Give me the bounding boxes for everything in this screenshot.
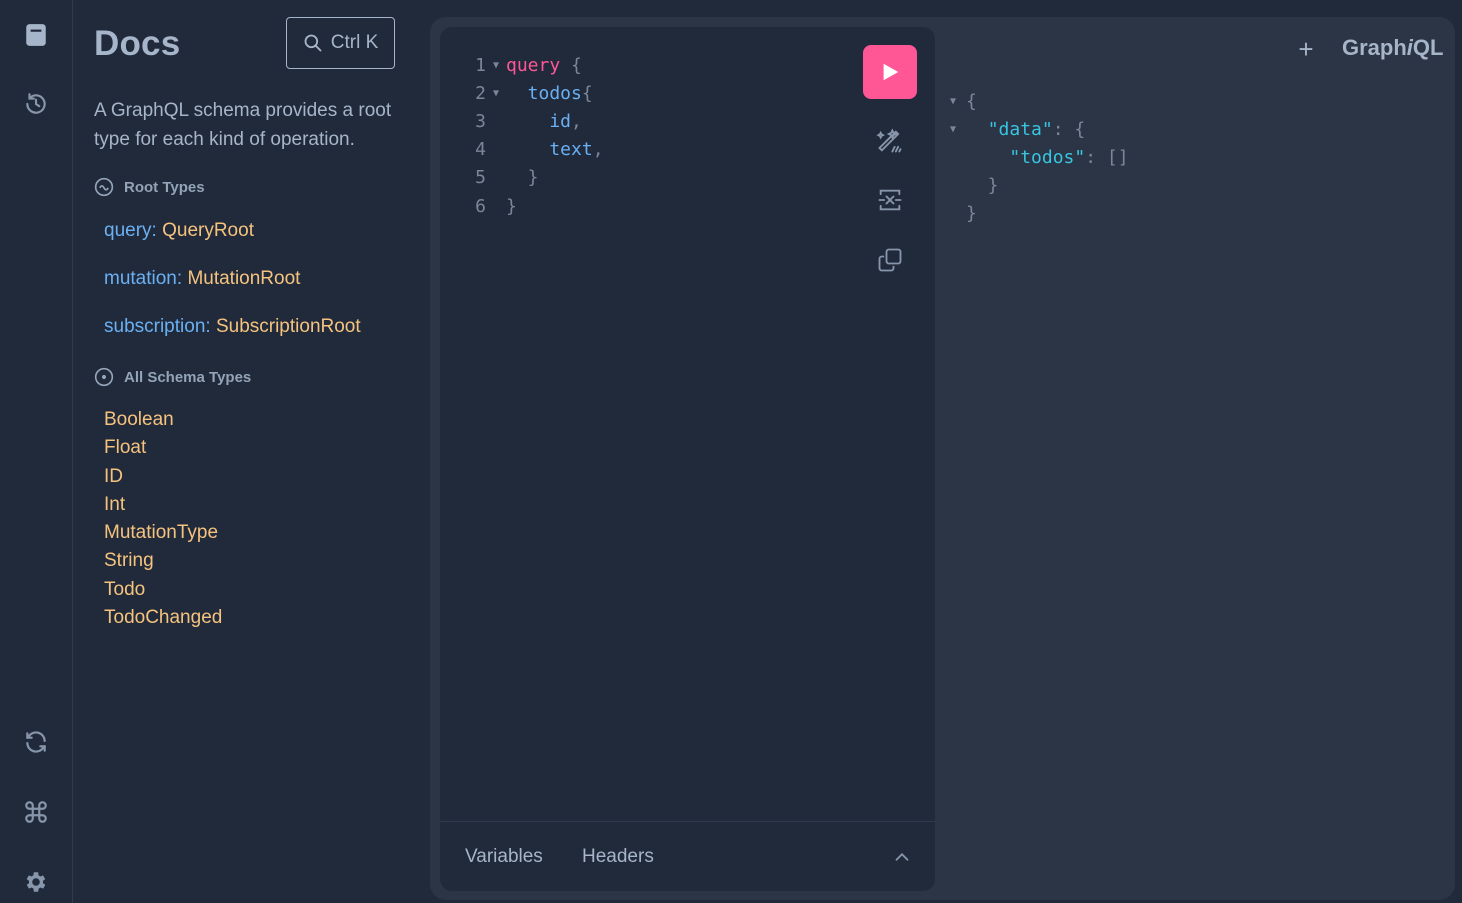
schema-description: A GraphQL schema provides a root type fo… xyxy=(94,100,392,150)
graphiql-session: 1 ▼ query { 2 ▼ todos{ 3 id, 4 text, 5}… xyxy=(430,17,1455,900)
punctuation: { xyxy=(966,90,977,112)
root-type-name[interactable]: QueryRoot xyxy=(162,220,254,241)
json-key-data: "data" xyxy=(987,118,1053,140)
schema-types-list: Boolean Float ID Int MutationType String… xyxy=(104,406,222,632)
root-type-name[interactable]: SubscriptionRoot xyxy=(216,316,361,337)
result-viewer[interactable]: ▼{ ▼ "data": { "todos": [] } } xyxy=(950,87,1129,228)
keyword-query: query xyxy=(506,54,561,76)
schema-type-link[interactable]: TodoChanged xyxy=(104,604,222,632)
copy-query-button[interactable] xyxy=(874,244,906,276)
refetch-schema-icon xyxy=(26,731,46,753)
schema-type-link[interactable]: MutationType xyxy=(104,519,222,547)
punctuation: } xyxy=(966,203,977,225)
punctuation: : { xyxy=(1052,118,1086,140)
root-type-key: query: xyxy=(104,220,157,241)
code-line: 6 } xyxy=(464,192,604,220)
result-line: ▼ "data": { xyxy=(950,115,1129,143)
punctuation: } xyxy=(506,167,539,189)
schema-type-link[interactable]: Todo xyxy=(104,576,222,604)
code-line: 2 ▼ todos{ xyxy=(464,79,604,107)
fold-arrow-icon[interactable]: ▼ xyxy=(486,88,506,99)
root-types-heading-label: Root Types xyxy=(124,178,205,196)
schema-type-link[interactable]: String xyxy=(104,547,222,575)
punctuation: { xyxy=(560,54,582,76)
punctuation: , xyxy=(571,110,582,132)
schema-type-link[interactable]: Float xyxy=(104,434,222,462)
tab-headers[interactable]: Headers xyxy=(582,846,654,868)
prettify-icon xyxy=(876,128,902,153)
search-button[interactable]: Ctrl K xyxy=(286,17,395,69)
root-types-icon xyxy=(94,177,114,197)
punctuation: { xyxy=(581,82,593,104)
merge-icon xyxy=(878,189,902,211)
root-type-key: mutation: xyxy=(104,268,183,289)
search-shortcut-label: Ctrl K xyxy=(330,32,379,53)
line-number: 4 xyxy=(475,139,486,161)
settings-icon xyxy=(26,872,46,892)
result-line: "todos": [] xyxy=(950,143,1129,171)
logo-suffix: QL xyxy=(1412,35,1444,60)
docs-button[interactable] xyxy=(18,17,54,53)
execute-query-button[interactable] xyxy=(863,45,917,99)
docs-icon xyxy=(26,24,46,46)
result-line: } xyxy=(950,172,1129,200)
search-icon xyxy=(304,34,322,52)
schema-type-link[interactable]: Boolean xyxy=(104,406,222,434)
sidebar-rail xyxy=(0,0,73,903)
line-number: 2 xyxy=(475,82,486,104)
editor-tools-bar: Variables Headers xyxy=(440,821,935,891)
copy-icon xyxy=(878,248,902,272)
code-line: 3 id, xyxy=(464,107,604,135)
schema-type-link[interactable]: ID xyxy=(104,463,222,491)
schema-type-link[interactable]: Int xyxy=(104,491,222,519)
line-number: 1 xyxy=(475,54,486,76)
field-todos: todos xyxy=(506,82,582,104)
fold-arrow-icon[interactable]: ▼ xyxy=(950,96,966,107)
line-number: 3 xyxy=(475,110,486,132)
result-line: ▼{ xyxy=(950,87,1129,115)
root-type-mutation[interactable]: mutation: MutationRoot xyxy=(104,268,300,290)
code-line: 5 } xyxy=(464,164,604,192)
query-editor[interactable]: 1 ▼ query { 2 ▼ todos{ 3 id, 4 text, 5}… xyxy=(464,51,604,220)
field-id: id xyxy=(506,110,572,132)
fold-arrow-icon[interactable]: ▼ xyxy=(486,60,506,71)
punctuation: } xyxy=(966,175,999,197)
punctuation: : [] xyxy=(1085,146,1129,168)
history-icon xyxy=(26,93,46,114)
query-editor-pane: 1 ▼ query { 2 ▼ todos{ 3 id, 4 text, 5}… xyxy=(440,27,935,891)
code-line: 1 ▼ query { xyxy=(464,51,604,79)
root-type-subscription[interactable]: subscription: SubscriptionRoot xyxy=(104,316,361,338)
all-schema-types-heading: All Schema Types xyxy=(94,367,251,387)
tab-variables[interactable]: Variables xyxy=(465,846,543,868)
history-button[interactable] xyxy=(18,86,54,122)
all-types-icon xyxy=(94,367,114,387)
fold-arrow-icon[interactable]: ▼ xyxy=(950,124,966,135)
merge-fragments-button[interactable] xyxy=(874,184,906,216)
root-types-heading: Root Types xyxy=(94,177,205,197)
root-type-name[interactable]: MutationRoot xyxy=(187,268,300,289)
line-number: 6 xyxy=(475,195,486,217)
root-type-query[interactable]: query: QueryRoot xyxy=(104,220,254,242)
punctuation: } xyxy=(506,195,517,217)
result-line: } xyxy=(950,200,1129,228)
docs-explorer: Docs Ctrl K A GraphQL schema provides a … xyxy=(74,0,430,903)
docs-title: Docs xyxy=(94,24,181,63)
play-icon xyxy=(883,63,899,81)
root-type-key: subscription: xyxy=(104,316,211,337)
shortcuts-icon xyxy=(25,801,47,823)
shortcuts-button[interactable] xyxy=(18,794,54,830)
graphiql-logo: GraphiQL xyxy=(1342,35,1443,61)
punctuation: , xyxy=(592,139,604,161)
logo-prefix: Graph xyxy=(1342,35,1407,60)
line-number: 5 xyxy=(475,167,486,189)
code-line: 4 text, xyxy=(464,136,604,164)
settings-button[interactable] xyxy=(18,864,54,900)
add-tab-button[interactable]: + xyxy=(1294,35,1318,63)
all-types-heading-label: All Schema Types xyxy=(124,368,252,386)
field-text: text xyxy=(506,139,593,161)
refetch-schema-button[interactable] xyxy=(18,724,54,760)
chevron-up-icon[interactable] xyxy=(891,846,913,868)
prettify-button[interactable] xyxy=(874,125,906,157)
json-key-todos: "todos" xyxy=(1009,146,1086,168)
